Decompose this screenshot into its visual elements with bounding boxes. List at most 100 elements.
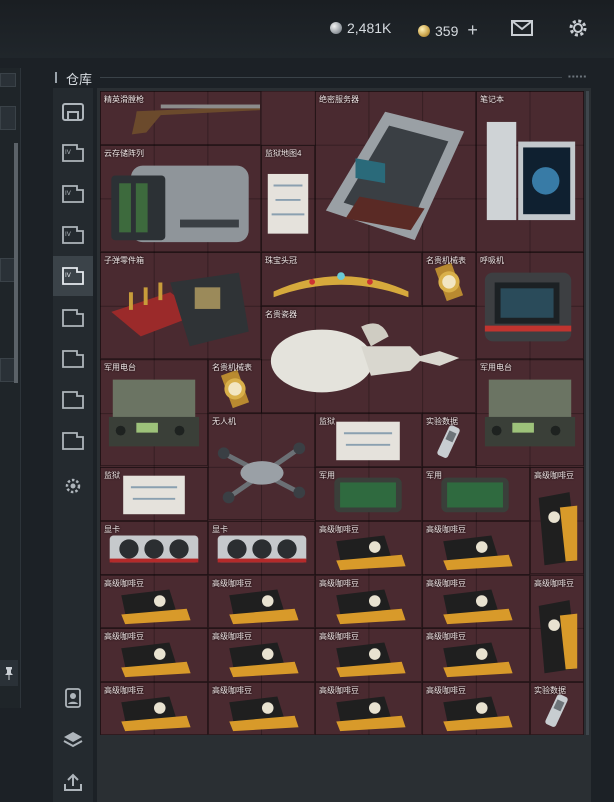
gold-amount: 359 — [435, 22, 459, 39]
tab-storage-7[interactable] — [53, 380, 93, 420]
inventory-scrollbar[interactable] — [586, 91, 589, 735]
inventory-item[interactable]: 高级咖啡豆 — [315, 575, 422, 628]
tab-settings[interactable] — [53, 466, 93, 506]
item-label: 显卡 — [104, 525, 120, 534]
layers-icon — [63, 732, 83, 748]
warehouse-title: 仓库 — [66, 72, 93, 87]
tab-layers[interactable] — [53, 720, 93, 760]
item-label: 子弹零件箱 — [104, 256, 144, 265]
inventory-item[interactable]: 高级咖啡豆 — [422, 628, 530, 682]
item-label: 实验数据 — [534, 686, 566, 695]
item-label: 精英滑膛枪 — [104, 95, 144, 104]
inventory-item[interactable]: 显卡 — [208, 521, 315, 575]
item-label: 高级咖啡豆 — [319, 579, 359, 588]
pin-icon[interactable] — [0, 660, 18, 686]
title-marker — [55, 72, 57, 83]
inventory-grid: 精英滑膛枪 绝密服务器 笔记本 云存储阵列 监狱地图4 子弹零件箱 珠宝头冠 名… — [100, 91, 584, 735]
add-currency-button[interactable]: + — [467, 20, 478, 41]
inventory-item[interactable]: 名贵机械表 — [208, 359, 262, 413]
inventory-item[interactable]: 名贵机械表 — [422, 252, 476, 306]
inventory-item[interactable]: 高级咖啡豆 — [530, 467, 584, 574]
tab-storage-2[interactable]: IV — [53, 174, 93, 214]
inventory-item[interactable]: 绝密服务器 — [315, 91, 476, 252]
item-label: 高级咖啡豆 — [212, 686, 252, 695]
item-label: 高级咖啡豆 — [212, 579, 252, 588]
item-label: 高级咖啡豆 — [534, 471, 574, 480]
tab-storage-6[interactable] — [53, 339, 93, 379]
inventory-item[interactable]: 实验数据 — [422, 413, 476, 467]
tab-storage-8[interactable] — [53, 421, 93, 461]
storage-icon: IV — [62, 226, 84, 244]
inventory-item[interactable]: 高级咖啡豆 — [315, 521, 422, 575]
item-label: 笔记本 — [480, 95, 504, 104]
inventory-item[interactable]: 高级咖啡豆 — [315, 682, 422, 735]
inventory-item[interactable]: 呼吸机 — [476, 252, 584, 359]
inventory-item[interactable]: 精英滑膛枪 — [100, 91, 261, 145]
inventory-item[interactable]: 高级咖啡豆 — [100, 575, 208, 628]
inventory-item[interactable]: 实验数据 — [530, 682, 584, 735]
item-label: 高级咖啡豆 — [534, 579, 574, 588]
tab-storage-3[interactable]: IV — [53, 215, 93, 255]
storage-array-icon — [111, 165, 249, 243]
coffee-bag-icon — [538, 600, 578, 674]
item-label: 监狱 — [319, 417, 335, 426]
inventory-item[interactable]: 高级咖啡豆 — [208, 575, 315, 628]
svg-text:IV: IV — [65, 231, 72, 238]
item-label: 名贵瓷器 — [265, 310, 297, 319]
tab-home[interactable] — [53, 92, 93, 132]
inventory-item[interactable]: 笔记本 — [476, 91, 584, 252]
gear-icon[interactable] — [566, 16, 590, 40]
inventory-item[interactable]: 军用 — [422, 467, 530, 521]
home-icon — [62, 103, 84, 121]
inventory-item[interactable]: 高级咖啡豆 — [422, 682, 530, 735]
gold-currency: 359 + — [418, 20, 478, 41]
inventory-item[interactable]: 军用电台 — [476, 359, 584, 466]
inventory-item[interactable]: 高级咖啡豆 — [100, 682, 208, 735]
item-label: 珠宝头冠 — [265, 256, 297, 265]
inventory-item[interactable]: 监狱 — [100, 467, 208, 521]
inventory-item[interactable]: 高级咖啡豆 — [208, 628, 315, 682]
inventory-item[interactable]: 云存储阵列 — [100, 145, 261, 252]
inventory-item[interactable]: 军用电台 — [100, 359, 208, 466]
inventory-item[interactable]: 高级咖啡豆 — [422, 575, 530, 628]
inventory-item[interactable]: 名贵瓷器 — [261, 306, 476, 413]
tab-storage-4[interactable]: IV — [53, 256, 93, 296]
tab-profile[interactable] — [53, 678, 93, 718]
inventory-item[interactable]: 军用 — [315, 467, 422, 521]
item-label: 高级咖啡豆 — [104, 632, 144, 641]
item-label: 名贵机械表 — [212, 363, 252, 372]
item-label: 显卡 — [212, 525, 228, 534]
item-label: 高级咖啡豆 — [319, 525, 359, 534]
warehouse-tabs: IV IV IV IV — [53, 88, 93, 802]
inventory-item[interactable]: 无人机 — [208, 413, 315, 520]
item-label: 名贵机械表 — [426, 256, 466, 265]
mail-icon[interactable] — [510, 16, 534, 40]
inventory-item[interactable]: 显卡 — [100, 521, 208, 575]
side-panel-scrollbar[interactable] — [14, 143, 18, 383]
map-icon — [267, 173, 309, 234]
inventory-item[interactable]: 高级咖啡豆 — [208, 682, 315, 735]
item-label: 高级咖啡豆 — [104, 579, 144, 588]
storage-icon: IV — [62, 267, 84, 285]
tab-upload[interactable] — [53, 762, 93, 802]
tab-storage-1[interactable]: IV — [53, 133, 93, 173]
inventory-item[interactable]: 高级咖啡豆 — [315, 628, 422, 682]
inventory-item[interactable]: 监狱 — [315, 413, 422, 467]
item-label: 绝密服务器 — [319, 95, 359, 104]
item-label: 军用电台 — [480, 363, 512, 372]
inventory-item[interactable]: 珠宝头冠 — [261, 252, 422, 306]
coffee-bag-icon — [538, 492, 578, 566]
storage-icon — [62, 432, 84, 450]
inventory-item[interactable]: 子弹零件箱 — [100, 252, 261, 359]
top-bar: 2,481K 359 + — [0, 0, 614, 58]
tab-storage-5[interactable] — [53, 298, 93, 338]
inventory-item[interactable]: 高级咖啡豆 — [530, 575, 584, 682]
storage-icon — [62, 309, 84, 327]
inventory-item[interactable]: 高级咖啡豆 — [422, 521, 530, 575]
side-panel-field[interactable] — [0, 106, 16, 130]
item-label: 军用电台 — [104, 363, 136, 372]
item-label: 高级咖啡豆 — [426, 579, 466, 588]
inventory-item[interactable]: 监狱地图4 — [261, 145, 315, 252]
silver-coin-icon — [330, 22, 342, 34]
inventory-item[interactable]: 高级咖啡豆 — [100, 628, 208, 682]
